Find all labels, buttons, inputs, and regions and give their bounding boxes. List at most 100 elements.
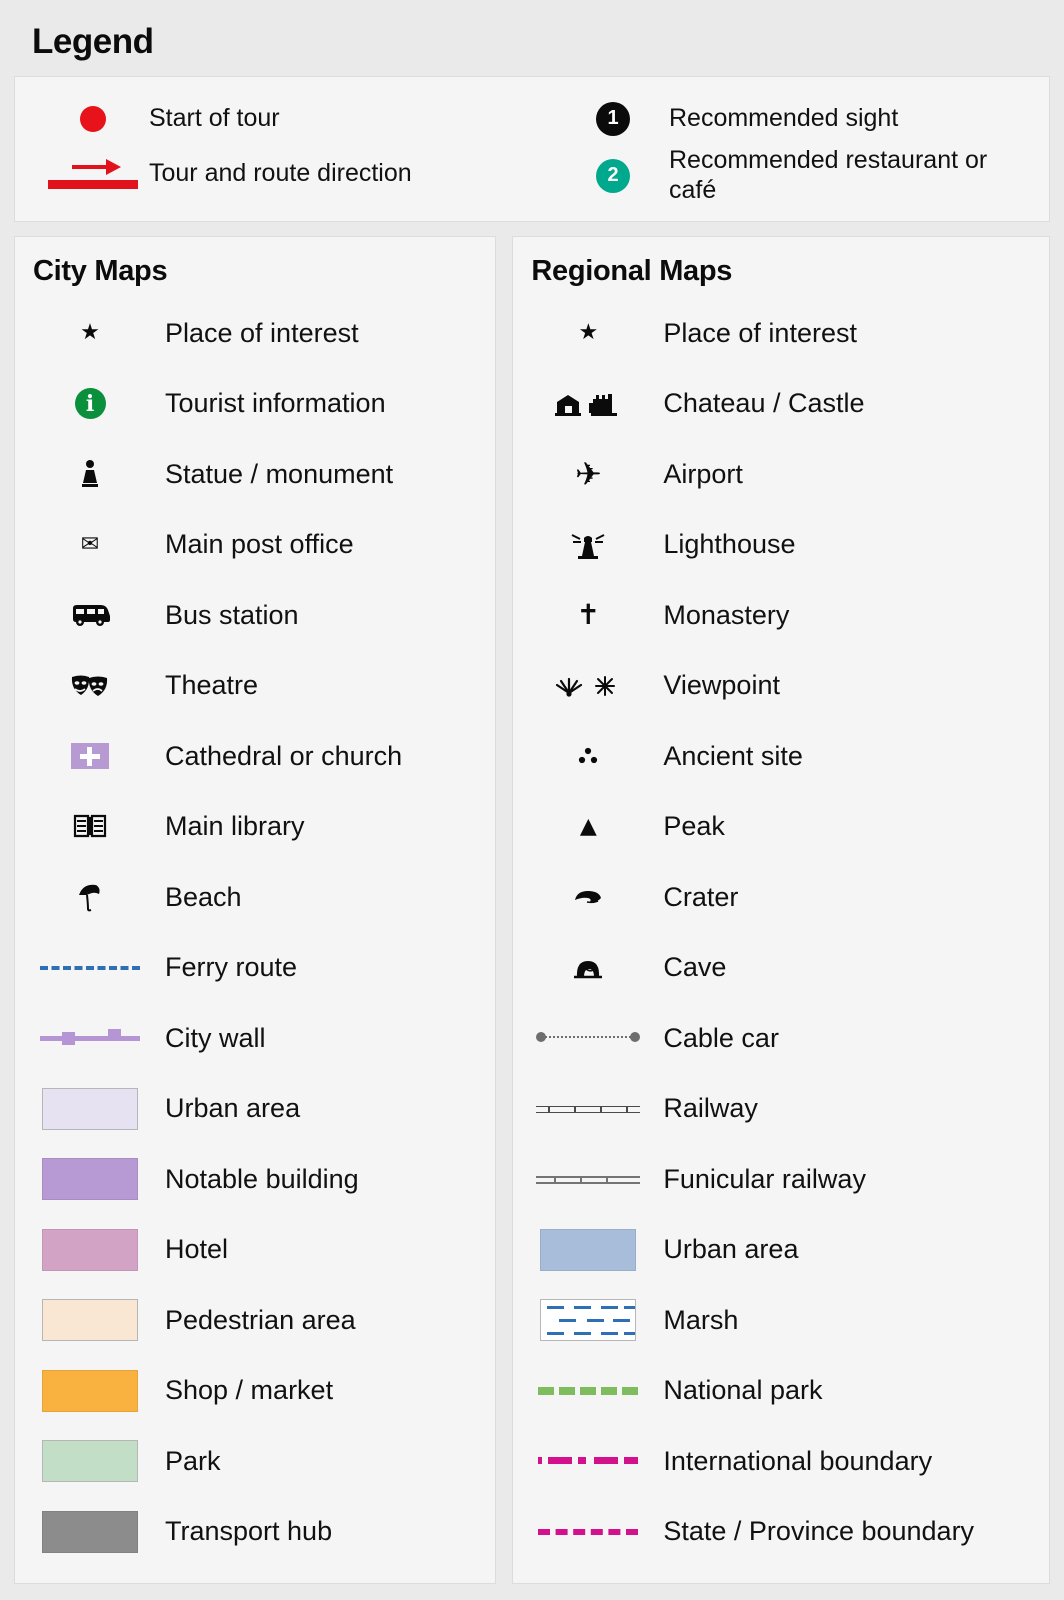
legend-label: Main post office: [165, 529, 354, 560]
arrow-route-icon: [37, 157, 149, 191]
legend-row-notable-building: Notable building: [15, 1144, 495, 1215]
airplane-icon: ✈: [574, 455, 602, 494]
legend-label: Airport: [663, 458, 743, 489]
bus-icon: [15, 580, 165, 651]
tour-legend-right-column: 1 Recommended sight 2 Recommended restau…: [529, 91, 1049, 205]
legend-row-state-province-boundary: State / Province boundary: [513, 1497, 1049, 1568]
legend-label: Cathedral or church: [165, 740, 403, 771]
legend-label: Place of interest: [663, 317, 857, 348]
cable-car-icon: [513, 1003, 663, 1074]
city-maps-panel: City Maps ★ Place of interest i Tourist …: [14, 236, 497, 1584]
legend-label: Pedestrian area: [165, 1304, 356, 1335]
legend-row-start-of-tour: Start of tour: [37, 91, 529, 146]
legend-label: Viewpoint: [663, 670, 780, 701]
legend-row-tourist-information: i Tourist information: [15, 369, 495, 440]
tour-legend-panel: Start of tour Tour and route direction 1: [14, 76, 1050, 222]
color-swatch-icon: [15, 1074, 165, 1145]
dash-dot-line-icon: [513, 1426, 663, 1497]
envelope-icon: ✉: [80, 531, 100, 557]
legend-row-urban-area: Urban area: [513, 1215, 1049, 1286]
legend-label: Cable car: [663, 1022, 779, 1053]
legend-label: National park: [663, 1375, 823, 1406]
lighthouse-icon: [513, 510, 663, 581]
legend-row-ferry-route: Ferry route: [15, 933, 495, 1004]
legend-row-pedestrian-area: Pedestrian area: [15, 1285, 495, 1356]
legend-row-theatre: Theatre: [15, 651, 495, 722]
maps-legend-columns: City Maps ★ Place of interest i Tourist …: [14, 236, 1050, 1584]
dashed-line-icon: [513, 1497, 663, 1568]
color-swatch-icon: [15, 1356, 165, 1427]
regional-maps-title: Regional Maps: [531, 255, 733, 287]
information-icon: i: [15, 369, 165, 440]
legend-row-shop-market: Shop / market: [15, 1356, 495, 1427]
legend-label: Transport hub: [165, 1516, 333, 1547]
legend-row-chateau-castle: Chateau / Castle: [513, 369, 1049, 440]
legend-label: Marsh: [663, 1304, 739, 1335]
legend-row-marsh: Marsh: [513, 1285, 1049, 1356]
legend-row-place-of-interest: ★ Place of interest: [15, 298, 495, 369]
beach-umbrella-icon: [15, 862, 165, 933]
legend-label: Ancient site: [663, 740, 803, 771]
legend-row-funicular-railway: Funicular railway: [513, 1144, 1049, 1215]
legend-label: International boundary: [663, 1445, 933, 1476]
dashed-line-icon: [513, 1356, 663, 1427]
legend-row-tour-direction: Tour and route direction: [37, 146, 529, 201]
tour-legend-left-column: Start of tour Tour and route direction: [15, 91, 529, 205]
legend-row-monastery: ✝ Monastery: [513, 580, 1049, 651]
church-cross-icon: [15, 721, 165, 792]
legend-row-main-post-office: ✉ Main post office: [15, 510, 495, 581]
color-swatch-icon: [513, 1215, 663, 1286]
legend-label: Urban area: [663, 1234, 799, 1265]
legend-row-transport-hub: Transport hub: [15, 1497, 495, 1568]
legend-label: Hotel: [165, 1234, 229, 1265]
legend-row-place-of-interest: ★ Place of interest: [513, 298, 1049, 369]
legend-row-recommended-restaurant: 2 Recommended restaurant or café: [557, 146, 1049, 205]
legend-row-international-boundary: International boundary: [513, 1426, 1049, 1497]
ancient-site-icon: [513, 721, 663, 792]
legend-row-peak: ▲ Peak: [513, 792, 1049, 863]
statue-icon: [15, 439, 165, 510]
legend-label: Bus station: [165, 599, 299, 630]
legend-label: Recommended restaurant or café: [669, 146, 988, 204]
legend-label: Peak: [663, 811, 725, 842]
legend-row-national-park: National park: [513, 1356, 1049, 1427]
dashed-line-icon: [15, 933, 165, 1004]
legend-label: City wall: [165, 1022, 266, 1053]
legend-row-cave: Cave: [513, 933, 1049, 1004]
cave-icon: [513, 933, 663, 1004]
legend-label: Railway: [663, 1093, 758, 1124]
legend-label: Beach: [165, 881, 242, 912]
legend-row-crater: Crater: [513, 862, 1049, 933]
legend-row-cable-car: Cable car: [513, 1003, 1049, 1074]
badge-number: 1: [596, 101, 630, 136]
legend-row-ancient-site: Ancient site: [513, 721, 1049, 792]
marsh-pattern-icon: [513, 1285, 663, 1356]
city-wall-icon: [15, 1003, 165, 1074]
legend-row-viewpoint: Viewpoint: [513, 651, 1049, 722]
funicular-railway-icon: [513, 1144, 663, 1215]
city-maps-title: City Maps: [33, 255, 168, 287]
legend-row-cathedral-church: Cathedral or church: [15, 721, 495, 792]
legend-row-railway: Railway: [513, 1074, 1049, 1145]
legend-row-city-wall: City wall: [15, 1003, 495, 1074]
color-swatch-icon: [15, 1144, 165, 1215]
regional-maps-panel: Regional Maps ★ Place of interest Chatea…: [512, 236, 1050, 1584]
legend-label: Funicular railway: [663, 1163, 866, 1194]
legend-label: Ferry route: [165, 952, 298, 983]
legend-label: Statue / monument: [165, 458, 394, 489]
open-book-icon: [15, 792, 165, 863]
legend-row-beach: Beach: [15, 862, 495, 933]
numbered-badge-teal-icon: 2: [557, 158, 669, 193]
legend-label: Chateau / Castle: [663, 388, 865, 419]
legend-label: Park: [165, 1445, 221, 1476]
legend-label: Tourist information: [165, 388, 386, 419]
legend-label: Start of tour: [149, 103, 280, 132]
legend-row-airport: ✈ Airport: [513, 439, 1049, 510]
numbered-badge-black-icon: 1: [557, 101, 669, 136]
legend-row-lighthouse: Lighthouse: [513, 510, 1049, 581]
legend-row-main-library: Main library: [15, 792, 495, 863]
legend-row-hotel: Hotel: [15, 1215, 495, 1286]
theatre-masks-icon: [15, 651, 165, 722]
star-icon: ★: [80, 320, 100, 346]
legend-page: Legend Start of tour Tour and route dire: [0, 0, 1064, 1598]
